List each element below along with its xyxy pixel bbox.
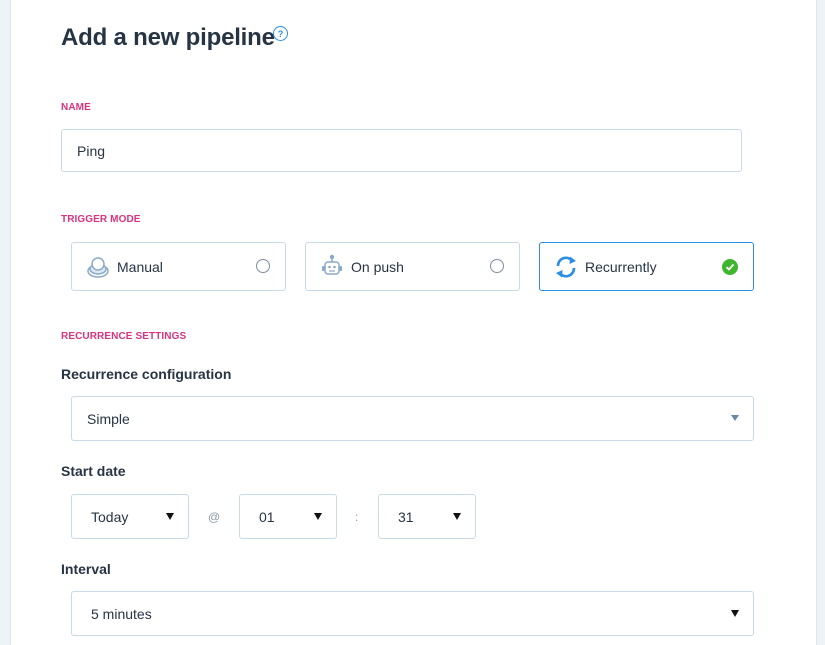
start-date-hour-value: 01 bbox=[259, 509, 275, 525]
trigger-mode-recurrently-label: Recurrently bbox=[585, 259, 657, 275]
interval-label: Interval bbox=[61, 561, 111, 577]
recurring-arrows-icon bbox=[554, 254, 580, 285]
start-date-minute-select[interactable]: 31 bbox=[378, 494, 476, 539]
question-circle-icon[interactable]: ? bbox=[273, 26, 288, 41]
start-date-hour-select[interactable]: 01 bbox=[239, 494, 337, 539]
chevron-down-icon bbox=[314, 513, 322, 520]
start-date-label: Start date bbox=[61, 463, 126, 479]
trigger-mode-on-push[interactable]: On push bbox=[305, 242, 520, 291]
trigger-mode-section-label: TRIGGER MODE bbox=[61, 214, 141, 225]
chevron-down-icon bbox=[731, 610, 739, 617]
trigger-mode-on-push-label: On push bbox=[351, 259, 404, 275]
interval-select[interactable]: 5 minutes bbox=[71, 591, 754, 636]
at-separator: @ bbox=[208, 510, 221, 524]
chevron-down-icon bbox=[453, 513, 461, 520]
name-section-label: NAME bbox=[61, 102, 91, 113]
recurrence-configuration-label: Recurrence configuration bbox=[61, 366, 232, 382]
trigger-mode-manual[interactable]: Manual bbox=[71, 242, 286, 291]
recurrence-configuration-value: Simple bbox=[87, 411, 130, 427]
start-date-minute-value: 31 bbox=[398, 509, 414, 525]
start-date-day-select[interactable]: Today bbox=[71, 494, 189, 539]
pipeline-name-input[interactable] bbox=[61, 129, 742, 172]
recurrence-configuration-select[interactable]: Simple bbox=[71, 396, 754, 441]
trigger-mode-recurrently[interactable]: Recurrently bbox=[539, 242, 754, 291]
chevron-down-icon bbox=[166, 513, 174, 520]
page-title: Add a new pipeline bbox=[61, 24, 275, 51]
robot-icon bbox=[320, 254, 346, 285]
start-date-day-value: Today bbox=[91, 509, 129, 525]
radio-unchecked-icon[interactable] bbox=[490, 259, 504, 273]
form-panel bbox=[10, 0, 817, 645]
chevron-down-icon bbox=[731, 415, 739, 421]
hand-button-icon bbox=[86, 254, 112, 285]
trigger-mode-manual-label: Manual bbox=[117, 259, 163, 275]
recurrence-settings-section-label: RECURRENCE SETTINGS bbox=[61, 331, 187, 342]
colon-separator: : bbox=[355, 510, 359, 524]
radio-unchecked-icon[interactable] bbox=[256, 259, 270, 273]
interval-value: 5 minutes bbox=[91, 606, 152, 622]
check-circle-icon[interactable] bbox=[722, 259, 738, 275]
